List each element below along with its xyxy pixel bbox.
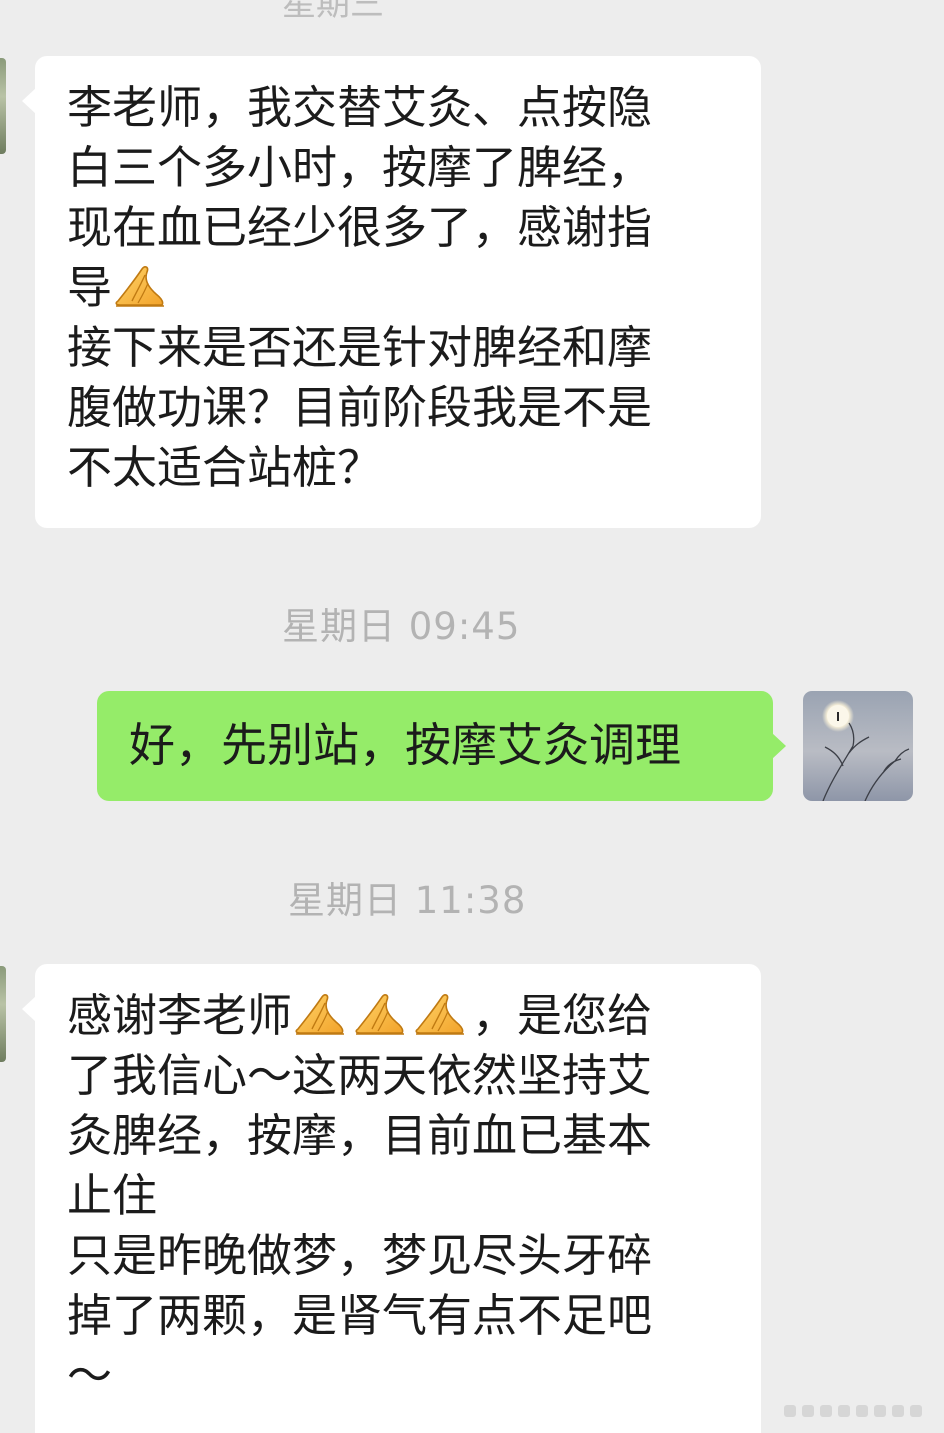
incoming-message-bubble[interactable]: 李老师，我交替艾灸、点按隐 白三个多小时，按摩了脾经， 现在血已经少很多了，感谢… [22,56,761,528]
message-text: 好，先别站，按摩艾灸调理 [129,718,681,772]
message-line: 了我信心～这两天依然坚持艾 [67,1049,653,1102]
watermark-mark [838,1405,850,1417]
watermark-mark [874,1405,886,1417]
message-line: 灸脾经，按摩，目前血已基本 [67,1109,653,1162]
contact-avatar[interactable] [0,58,6,154]
previous-timestamp-cut: 星期三 [0,0,944,18]
outgoing-message-bubble[interactable]: 好，先别站，按摩艾灸调理 [97,691,786,801]
watermark [784,1401,934,1423]
message-line-text: 感谢李老师 [67,989,293,1042]
message-line: 不太适合站桩？ [67,441,383,494]
message-line: 现在血已经少很多了，感谢指 [67,201,653,254]
message-line: 导 [67,258,761,318]
incoming-message-bubble[interactable]: 感谢李老师 ，是您给 了我信心～这两天依然坚持艾 灸脾经，按摩，目前血已基本 止住… [22,964,761,1433]
watermark-mark [892,1405,904,1417]
watermark-mark [784,1405,796,1417]
previous-timestamp: 星期三 [282,0,384,18]
moon-bird-avatar-icon [803,691,913,801]
message-line: 李老师，我交替艾灸、点按隐 [67,81,653,134]
message-line-text: 导 [67,261,113,314]
message-line: 接下来是否还是针对脾经和摩 [67,321,653,374]
message-line: 感谢李老师 ，是您给 [67,986,761,1046]
watermark-mark [910,1405,922,1417]
message-line: 白三个多小时，按摩了脾经， [67,141,653,194]
watermark-mark [856,1405,868,1417]
message-line: ～ [67,1349,113,1402]
watermark-mark [820,1405,832,1417]
contact-avatar[interactable] [0,966,6,1062]
message-line: 只是昨晚做梦，梦见尽头牙碎 [67,1229,653,1282]
watermark-mark [802,1405,814,1417]
message-line: 腹做功课？目前阶段我是不是 [67,381,653,434]
my-avatar[interactable] [803,691,913,801]
folded-hands-icon [112,261,168,309]
timestamp: 星期日 09:45 [282,605,521,648]
folded-hands-icon [292,989,348,1037]
folded-hands-icon [352,989,408,1037]
message-line-text: ，是您给 [472,989,653,1042]
message-line: 止住 [67,1169,158,1222]
message-line: 掉了两颗，是肾气有点不足吧 [67,1289,653,1342]
timestamp: 星期日 11:38 [288,879,527,922]
folded-hands-icon [412,989,468,1037]
